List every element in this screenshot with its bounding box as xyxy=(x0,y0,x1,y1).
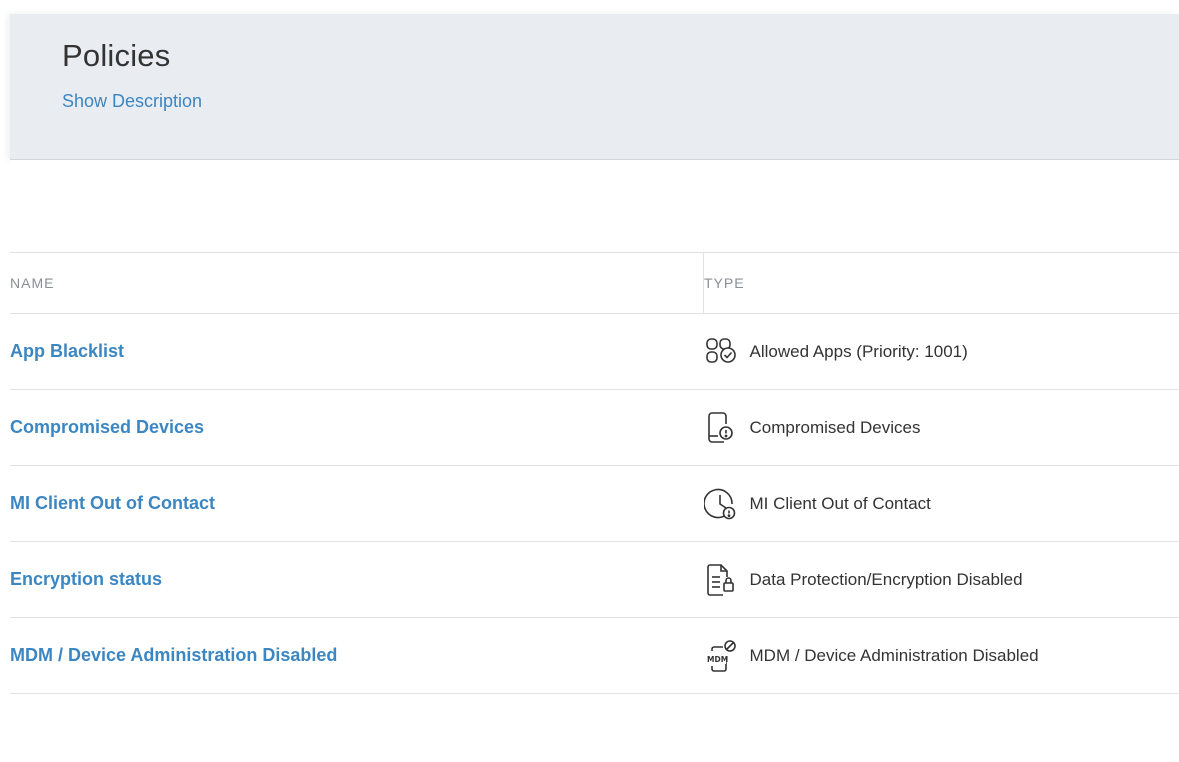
type-cell: Allowed Apps (Priority: 1001) xyxy=(703,313,1179,390)
document-lock-icon xyxy=(704,562,738,598)
name-cell: App Blacklist xyxy=(10,313,704,390)
clock-alert-icon xyxy=(703,486,738,522)
type-label: MI Client Out of Contact xyxy=(749,493,931,513)
policies-table: NAME TYPE App Blacklist Allowed Apps (Pr… xyxy=(10,252,1179,694)
column-header-name[interactable]: NAME xyxy=(10,252,704,314)
policy-link[interactable]: Compromised Devices xyxy=(10,417,204,437)
policy-link[interactable]: MI Client Out of Contact xyxy=(10,493,215,513)
show-description-link[interactable]: Show Description xyxy=(62,91,202,112)
type-label: Compromised Devices xyxy=(749,417,921,437)
allowed-apps-icon xyxy=(704,334,738,370)
name-cell: MDM / Device Administration Disabled xyxy=(10,617,704,694)
table-row: Compromised Devices Compromised Devices xyxy=(10,389,1179,466)
name-cell: Encryption status xyxy=(10,541,704,618)
table-row: App Blacklist Allowed Apps (Priority: 10… xyxy=(10,313,1179,390)
compromised-device-icon xyxy=(704,410,738,446)
type-label: Allowed Apps (Priority: 1001) xyxy=(749,341,968,361)
name-cell: MI Client Out of Contact xyxy=(10,465,704,542)
app-shell: Policies Show Description NAME TYPE App … xyxy=(0,0,1179,762)
type-cell: MDM MDM / Device Administration Disabled xyxy=(703,617,1179,694)
table-row: MDM / Device Administration Disabled MDM xyxy=(10,617,1179,694)
policy-link[interactable]: MDM / Device Administration Disabled xyxy=(10,645,337,665)
table-row: Encryption status Data Protection/Encryp… xyxy=(10,541,1179,618)
table-header-row: NAME TYPE xyxy=(10,252,1179,314)
page-header: Policies Show Description xyxy=(10,14,1179,160)
content-area: NAME TYPE App Blacklist Allowed Apps (Pr… xyxy=(10,160,1179,762)
table-row: MI Client Out of Contact MI Client Out o… xyxy=(10,465,1179,542)
mdm-disabled-icon: MDM xyxy=(704,638,738,674)
column-header-type[interactable]: TYPE xyxy=(703,252,1179,314)
top-band xyxy=(0,0,1179,14)
policy-link[interactable]: App Blacklist xyxy=(10,341,124,361)
svg-text:MDM: MDM xyxy=(707,655,728,664)
type-label: Data Protection/Encryption Disabled xyxy=(749,569,1023,589)
page-title: Policies xyxy=(62,38,171,73)
type-cell: MI Client Out of Contact xyxy=(703,465,1179,542)
type-cell: Data Protection/Encryption Disabled xyxy=(703,541,1179,618)
policy-link[interactable]: Encryption status xyxy=(10,569,162,589)
type-label: MDM / Device Administration Disabled xyxy=(749,645,1039,665)
name-cell: Compromised Devices xyxy=(10,389,704,466)
type-cell: Compromised Devices xyxy=(703,389,1179,466)
